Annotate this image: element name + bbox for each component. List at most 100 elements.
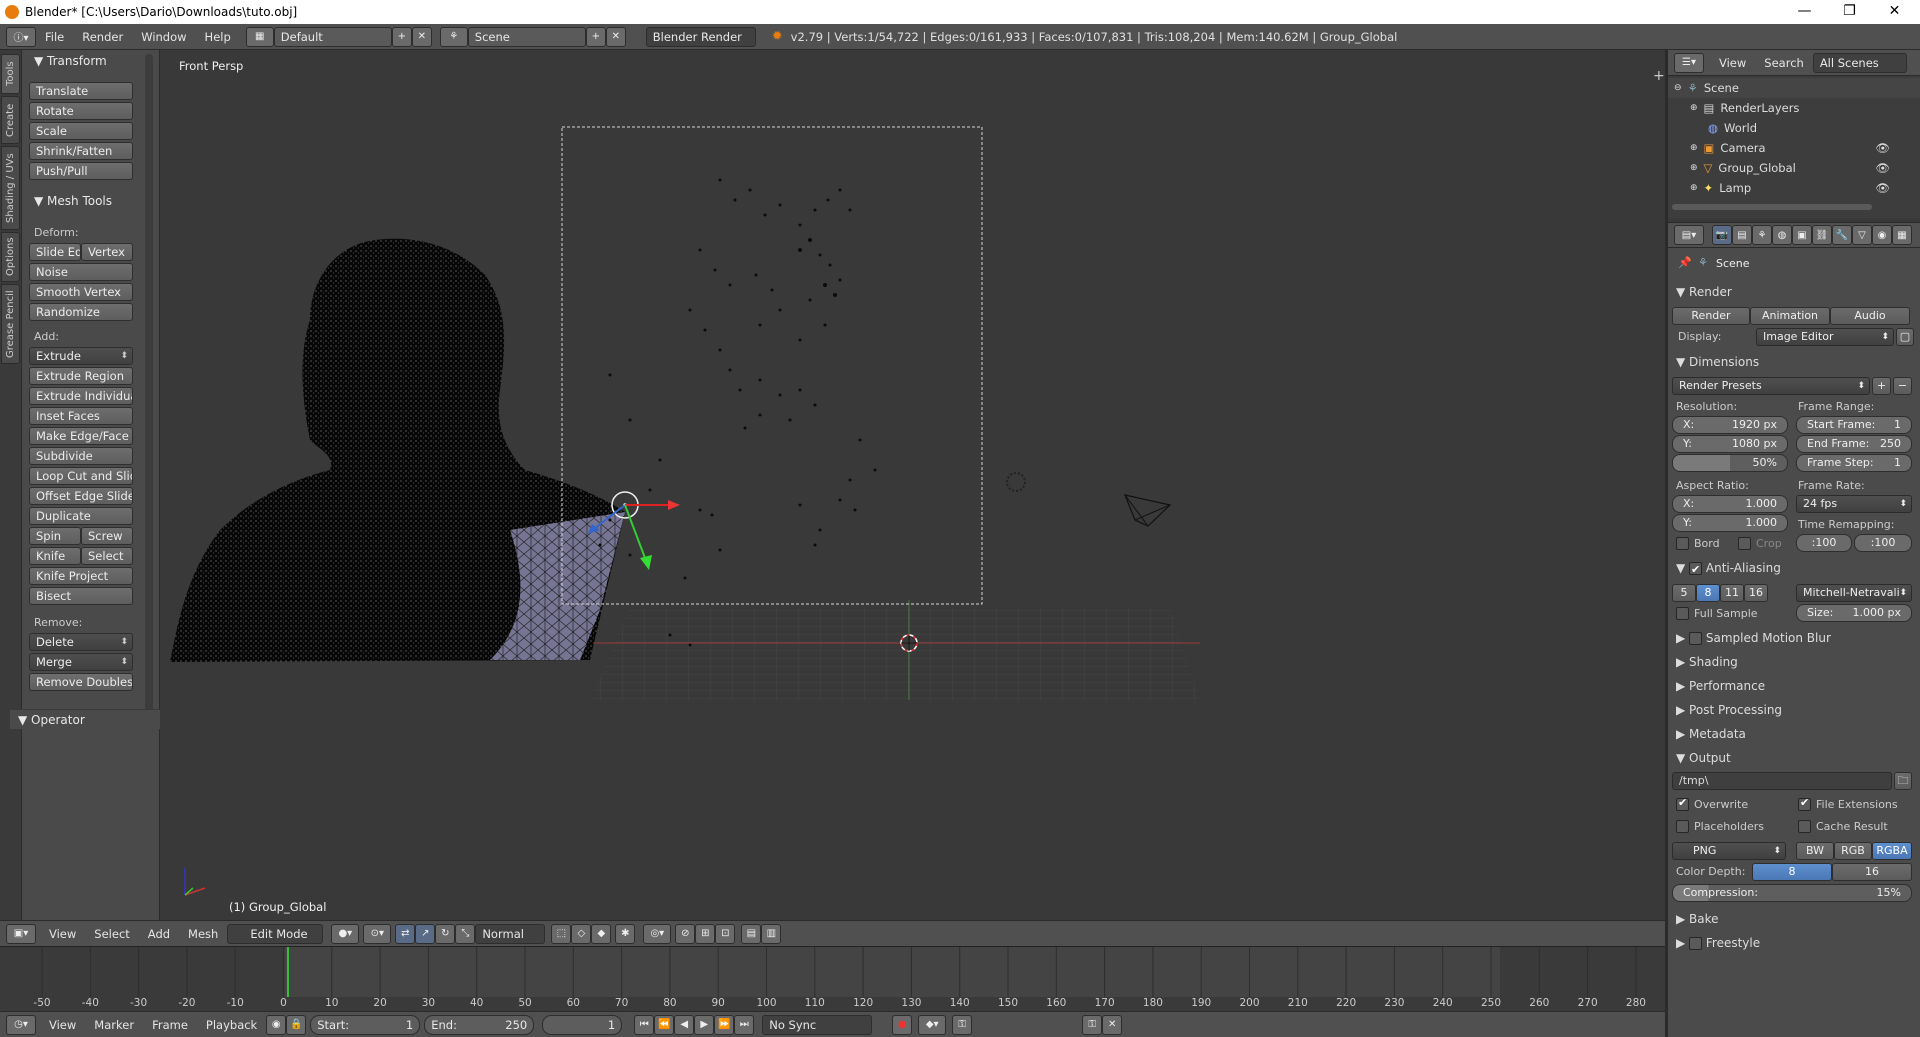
- jump-end-icon[interactable]: ⏭: [734, 1014, 755, 1035]
- file-format-dropdown[interactable]: PNG: [1672, 842, 1786, 860]
- tab-tools[interactable]: Tools: [1, 54, 20, 94]
- delete-dropdown[interactable]: Delete: [29, 633, 133, 651]
- full-sample-checkbox[interactable]: [1676, 607, 1689, 620]
- rotate-button[interactable]: Rotate: [29, 102, 133, 120]
- vertex-slide-button[interactable]: Vertex: [81, 243, 133, 261]
- start-frame-prop-field[interactable]: Start Frame: 1: [1796, 416, 1912, 434]
- camera-object[interactable]: [1124, 494, 1172, 527]
- output-folder-icon[interactable]: 🗀: [1894, 772, 1912, 790]
- aa-samples-11[interactable]: 11: [1720, 584, 1744, 602]
- bisect-button[interactable]: Bisect: [29, 587, 133, 605]
- end-frame-field[interactable]: End: 250: [424, 1014, 535, 1035]
- knife-select-button[interactable]: Select: [81, 547, 133, 565]
- knife-button[interactable]: Knife: [29, 547, 81, 565]
- randomize-button[interactable]: Randomize: [29, 303, 133, 321]
- motion-blur-checkbox[interactable]: [1689, 632, 1703, 645]
- keyframe-insert-icon[interactable]: ⚿: [952, 1014, 973, 1035]
- resolution-y-field[interactable]: Y: 1080 px: [1672, 435, 1788, 453]
- bake-section-header[interactable]: ▶ Bake: [1672, 909, 1916, 929]
- extrude-dropdown[interactable]: Extrude: [29, 347, 133, 365]
- end-frame-prop-field[interactable]: End Frame: 250: [1796, 435, 1912, 453]
- jump-keyframe-back-icon[interactable]: ⏪: [654, 1014, 675, 1035]
- visibility-eye-icon[interactable]: 👁: [1875, 161, 1890, 175]
- opengl-render-icon[interactable]: ▤: [741, 923, 762, 944]
- layout-field[interactable]: Default: [273, 26, 392, 47]
- lock-range-icon[interactable]: 🔒: [286, 1014, 307, 1035]
- screw-button[interactable]: Screw: [81, 527, 133, 545]
- 3d-cursor[interactable]: [900, 634, 918, 652]
- expand-icon[interactable]: ⊕: [1690, 103, 1698, 113]
- freestyle-section-header[interactable]: ▶ Freestyle: [1672, 933, 1916, 953]
- data-tab-icon[interactable]: ▽: [1852, 225, 1872, 245]
- anti-aliasing-section-header[interactable]: ▼ Anti-Aliasing: [1672, 558, 1916, 580]
- render-presets-dropdown[interactable]: Render Presets: [1672, 377, 1870, 395]
- crop-checkbox[interactable]: [1738, 537, 1751, 550]
- snap-toggle-icon[interactable]: ⊘: [675, 923, 696, 944]
- performance-section-header[interactable]: ▶ Performance: [1672, 676, 1916, 696]
- aa-samples-16[interactable]: 16: [1744, 584, 1768, 602]
- render-engine-dropdown[interactable]: Blender Render: [645, 26, 756, 47]
- outliner-scrollbar[interactable]: [1672, 204, 1872, 210]
- face-select-icon[interactable]: ◆: [591, 923, 612, 944]
- scene-field[interactable]: Scene: [467, 26, 586, 47]
- outliner-row-lamp[interactable]: ⊕ ✦ Lamp 👁: [1668, 178, 1920, 198]
- placeholders-checkbox[interactable]: [1676, 820, 1689, 833]
- snap-target-icon[interactable]: ⊡: [715, 923, 736, 944]
- menu-window[interactable]: Window: [132, 30, 195, 44]
- start-frame-field[interactable]: Start: 1: [310, 1014, 421, 1035]
- shrink-fatten-button[interactable]: Shrink/Fatten: [29, 142, 133, 160]
- shading-mode-icon[interactable]: ●▾: [331, 923, 360, 944]
- properties-editor-type-icon[interactable]: ▤▾: [1674, 225, 1704, 245]
- aspect-y-field[interactable]: Y: 1.000: [1672, 514, 1788, 532]
- resolution-x-field[interactable]: X: 1920 px: [1672, 416, 1788, 434]
- aa-filter-dropdown[interactable]: Mitchell-Netravali: [1796, 584, 1912, 602]
- constraints-tab-icon[interactable]: ⛓: [1812, 225, 1832, 245]
- remove-doubles-button[interactable]: Remove Doubles: [29, 673, 133, 691]
- outliner-menu-view[interactable]: View: [1710, 56, 1755, 70]
- viewport-menu-mesh[interactable]: Mesh: [179, 927, 227, 941]
- overwrite-checkbox[interactable]: [1676, 796, 1689, 811]
- remove-preset-icon[interactable]: −: [1893, 377, 1912, 395]
- outliner-filter-dropdown[interactable]: All Scenes: [1812, 52, 1907, 73]
- tab-create[interactable]: Create: [1, 96, 20, 144]
- dimensions-section-header[interactable]: ▼ Dimensions: [1672, 352, 1916, 372]
- push-pull-button[interactable]: Push/Pull: [29, 162, 133, 180]
- offset-edge-slide-button[interactable]: Offset Edge Slide: [29, 487, 133, 505]
- preview-range-icon[interactable]: ◉: [266, 1014, 287, 1035]
- pin-icon[interactable]: 📌: [1678, 256, 1692, 269]
- edge-select-icon[interactable]: ◇: [571, 923, 592, 944]
- tab-options[interactable]: Options: [1, 232, 20, 282]
- expand-icon[interactable]: ⊕: [1690, 163, 1698, 173]
- display-window-icon[interactable]: ▢: [1896, 328, 1914, 346]
- expand-icon[interactable]: ⊕: [1690, 143, 1698, 153]
- add-layout-icon[interactable]: +: [391, 26, 412, 47]
- lamp-object[interactable]: [1006, 472, 1026, 492]
- render-layers-tab-icon[interactable]: ▤: [1732, 225, 1752, 245]
- editor-type-icon[interactable]: ⓘ▾: [6, 26, 36, 47]
- display-dropdown[interactable]: Image Editor: [1756, 328, 1894, 346]
- outliner-row-world[interactable]: ◍ World: [1668, 118, 1920, 138]
- make-edge-face-button[interactable]: Make Edge/Face: [29, 427, 133, 445]
- aspect-x-field[interactable]: X: 1.000: [1672, 495, 1788, 513]
- transform-panel-header[interactable]: ▼ Transform: [26, 51, 107, 71]
- outliner-row-scene[interactable]: ⊖ ⚘ Scene: [1668, 78, 1920, 98]
- 3d-viewport[interactable]: Front Persp + (1) Group_Global: [160, 50, 1665, 920]
- rotate-manipulator-icon[interactable]: ↻: [435, 923, 456, 944]
- viewport-editor-type-icon[interactable]: ▣▾: [6, 923, 36, 944]
- menu-render[interactable]: Render: [73, 30, 132, 44]
- timeline-menu-view[interactable]: View: [40, 1018, 85, 1032]
- color-depth-8-button[interactable]: 8: [1752, 863, 1832, 881]
- slide-edge-button[interactable]: Slide Ed: [29, 243, 81, 261]
- jump-keyframe-forward-icon[interactable]: ⏩: [714, 1014, 735, 1035]
- menu-file[interactable]: File: [36, 30, 73, 44]
- remap-new-field[interactable]: :100: [1854, 534, 1912, 552]
- anti-aliasing-checkbox[interactable]: [1689, 560, 1703, 580]
- color-rgba-button[interactable]: RGBA: [1872, 842, 1912, 860]
- modifiers-tab-icon[interactable]: 🔧: [1832, 225, 1852, 245]
- subdivide-button[interactable]: Subdivide: [29, 447, 133, 465]
- aa-samples-8[interactable]: 8: [1696, 584, 1720, 602]
- cache-result-checkbox[interactable]: [1798, 820, 1811, 833]
- scene-icon[interactable]: ⚘: [439, 26, 468, 47]
- tool-shelf-scrollbar[interactable]: [145, 54, 153, 714]
- play-reverse-icon[interactable]: ◀: [674, 1014, 695, 1035]
